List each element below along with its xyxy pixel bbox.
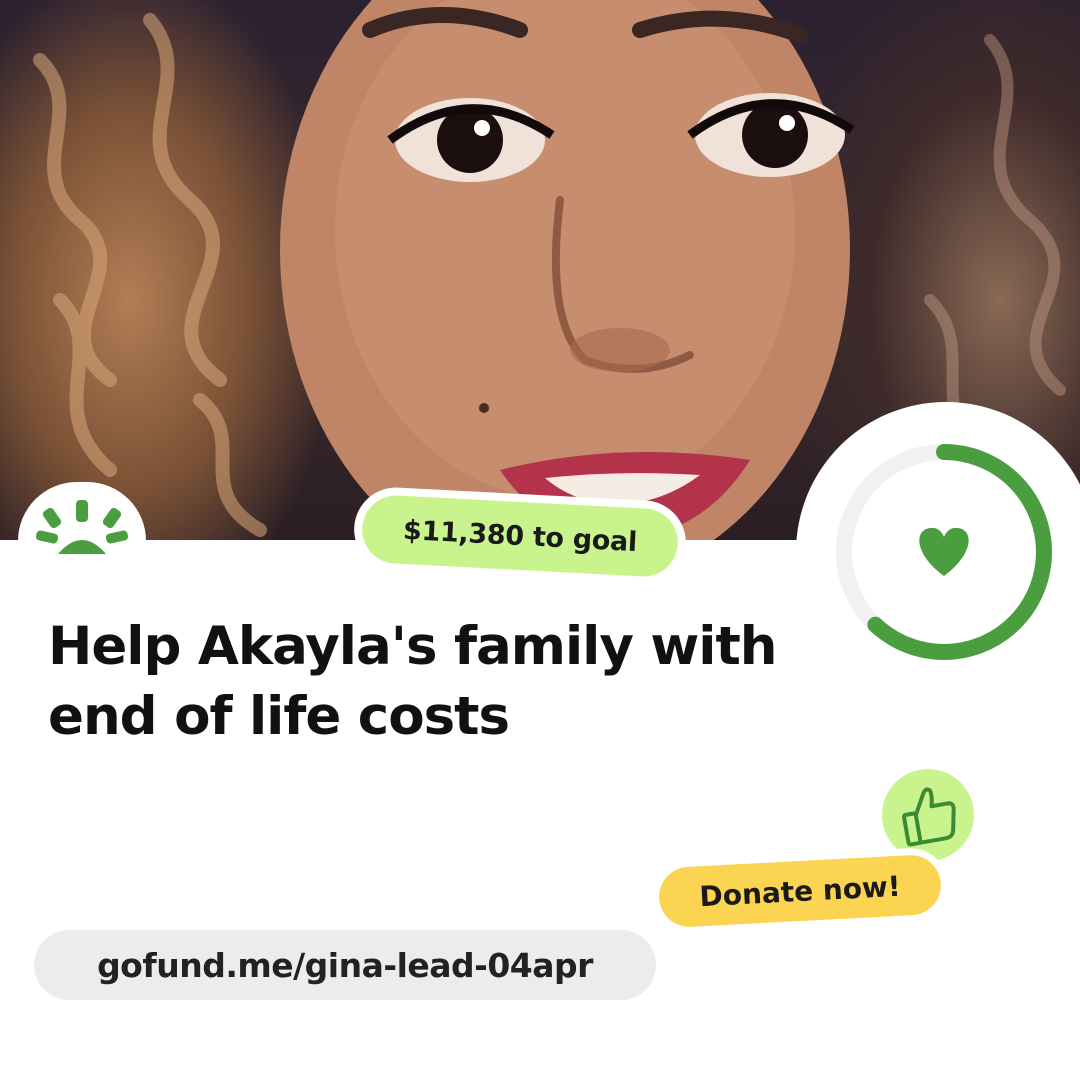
donate-button[interactable]: Donate now! bbox=[650, 846, 950, 936]
progress-ring-graphic bbox=[836, 444, 1052, 660]
campaign-url[interactable]: gofund.me/gina-lead-04apr bbox=[34, 930, 656, 1000]
heart-icon bbox=[919, 527, 969, 576]
goal-badge: $11,380 to goal bbox=[352, 485, 688, 587]
gofundme-sun-logo-icon bbox=[35, 500, 129, 554]
donate-button-label[interactable]: Donate now! bbox=[657, 853, 943, 929]
gofundme-logo bbox=[18, 482, 146, 600]
goal-badge-label: $11,380 to goal bbox=[360, 493, 680, 579]
progress-ring bbox=[796, 402, 1080, 702]
campaign-title: Help Akayla's family with end of life co… bbox=[48, 616, 778, 747]
